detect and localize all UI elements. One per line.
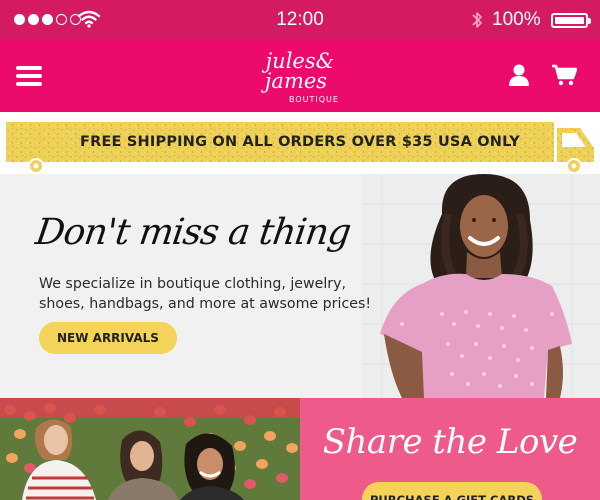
shopping-cart-icon[interactable]	[551, 64, 577, 86]
tulip-field-photo[interactable]	[0, 398, 300, 500]
shipping-banner[interactable]: FREE SHIPPING ON ALL ORDERS OVER $35 USA…	[0, 112, 600, 174]
battery-level-fill	[555, 17, 584, 24]
hamburger-menu-icon[interactable]	[16, 66, 42, 86]
battery-icon	[551, 13, 591, 28]
logo-line-2: james	[261, 69, 327, 93]
battery-percentage: 100%	[492, 9, 541, 30]
hero-section: Don't miss a thing We specialize in bout…	[0, 174, 600, 398]
hero-title: Don't miss a thing	[33, 212, 353, 253]
hero-description: We specialize in boutique clothing, jewe…	[39, 276, 372, 312]
shipping-banner-text: FREE SHIPPING ON ALL ORDERS OVER $35 USA…	[79, 134, 520, 150]
bluetooth-icon	[472, 12, 482, 28]
site-header: jules& james BOUTIQUE	[0, 40, 600, 112]
purchase-gift-card-button[interactable]: PURCHASE A GIFT CARDS	[362, 482, 542, 500]
user-icon[interactable]	[508, 64, 530, 86]
new-arrivals-button[interactable]: NEW ARRIVALS	[39, 322, 177, 354]
hero-model-photo	[362, 174, 600, 398]
share-title: Share the Love	[322, 422, 578, 462]
gift-card-section: Share the Love PURCHASE A GIFT CARDS	[300, 398, 600, 500]
brand-logo[interactable]: jules& james BOUTIQUE	[250, 46, 350, 106]
status-bar: 12:00 100%	[0, 0, 600, 40]
logo-line-3: BOUTIQUE	[289, 95, 339, 104]
